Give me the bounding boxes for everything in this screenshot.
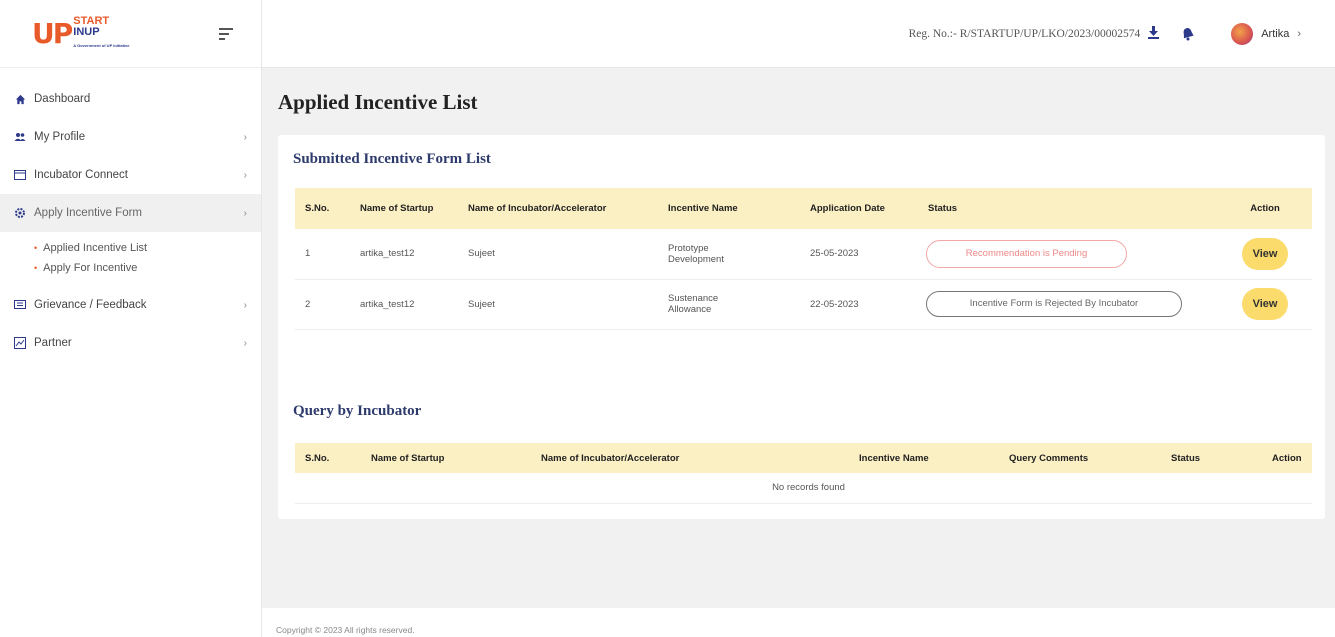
sidebar-item-my-profile[interactable]: My Profile › (0, 118, 261, 156)
cell-startup: artika_test12 (350, 279, 458, 330)
cell-action: View (1218, 229, 1312, 280)
cell-sno: 1 (295, 229, 350, 280)
card-title: Submitted Incentive Form List (293, 151, 491, 167)
sidebar-item-partner[interactable]: Partner › (0, 324, 261, 362)
message-icon (14, 299, 26, 311)
column-header: Application Date (800, 188, 918, 229)
cell-incentive: Prototype Development (658, 229, 800, 280)
column-header: Status (1129, 443, 1222, 473)
cell-incubator: Sujeet (458, 279, 658, 330)
submitted-incentive-card: Submitted Incentive Form List S.No. Name… (278, 135, 1325, 422)
column-header: Query Comments (959, 443, 1129, 473)
sidebar-subitem-applied-incentive-list[interactable]: • Applied Incentive List (0, 238, 261, 258)
submitted-incentive-table: S.No. Name of Startup Name of Incubator/… (295, 188, 1312, 330)
table-header-row: S.No. Name of Startup Name of Incubator/… (295, 443, 1312, 473)
table-row: No records found (295, 473, 1312, 504)
view-button[interactable]: View (1242, 237, 1288, 270)
sidebar-item-grievance-feedback[interactable]: Grievance / Feedback › (0, 286, 261, 324)
table-row: 1 artika_test12 Sujeet Prototype Develop… (295, 229, 1312, 280)
cell-incentive: Sustenance Allowance (658, 279, 800, 330)
column-header: Status (918, 188, 1218, 229)
avatar[interactable] (1231, 22, 1254, 45)
cell-date: 22-05-2023 (800, 279, 918, 330)
sidebar-item-label: Grievance / Feedback (34, 299, 147, 311)
column-header: Action (1222, 443, 1312, 473)
table-row: 2 artika_test12 Sujeet Sustenance Allowa… (295, 279, 1312, 330)
column-header: Name of Incubator/Accelerator (527, 443, 789, 473)
partner-icon (14, 337, 26, 349)
top-bar: Reg. No.:- R/STARTUP/UP/LKO/2023/0000257… (262, 0, 1335, 68)
logo-tagline: A Government of UP Initiative (73, 43, 130, 48)
column-header: Incentive Name (789, 443, 959, 473)
cell-date: 25-05-2023 (800, 229, 918, 280)
window-icon (14, 169, 26, 181)
sidebar-subitem-label: Applied Incentive List (43, 242, 148, 254)
column-header: Name of Startup (357, 443, 527, 473)
sidebar-item-label: My Profile (34, 131, 86, 143)
sidebar-subitem-apply-for-incentive[interactable]: • Apply For Incentive (0, 258, 261, 278)
sidebar-item-label: Dashboard (34, 93, 91, 105)
sidebar-item-label: Partner (34, 337, 72, 349)
cell-action: View (1218, 279, 1312, 330)
sidebar-subitem-label: Apply For Incentive (43, 262, 138, 274)
chevron-right-icon: › (243, 169, 247, 181)
sidebar-item-incubator-connect[interactable]: Incubator Connect › (0, 156, 261, 194)
sidebar-nav: Dashboard My Profile › Incubator Connect… (0, 68, 261, 362)
sidebar-item-dashboard[interactable]: Dashboard (0, 80, 261, 118)
cell-status: Recommendation is Pending (918, 229, 1218, 280)
footer: Copyright © 2023 All rights reserved. (262, 608, 1335, 637)
bullet-icon: • (34, 243, 38, 253)
sidebar-item-label: Incubator Connect (34, 169, 128, 181)
column-header: Name of Startup (350, 188, 458, 229)
column-header: S.No. (295, 443, 357, 473)
sidebar-item-label: Apply Incentive Form (34, 207, 143, 219)
sidebar: UP START INUP A Government of UP Initiat… (0, 0, 262, 637)
chevron-right-icon[interactable]: › (1297, 28, 1301, 40)
column-header: Name of Incubator/Accelerator (458, 188, 658, 229)
chevron-right-icon: › (243, 299, 247, 311)
page-title: Applied Incentive List (278, 90, 478, 114)
home-icon (14, 93, 26, 105)
download-icon[interactable] (1148, 25, 1160, 42)
incentive-submenu: • Applied Incentive List • Apply For Inc… (0, 232, 261, 286)
bullet-icon: • (34, 263, 38, 273)
card-title: Query by Incubator (293, 403, 422, 419)
empty-state-text: No records found (295, 473, 1312, 504)
logo-bar: UP START INUP A Government of UP Initiat… (0, 0, 261, 68)
status-badge: Incentive Form is Rejected By Incubator (926, 291, 1182, 317)
column-header: Action (1218, 188, 1312, 229)
registration-number: Reg. No.:- R/STARTUP/UP/LKO/2023/0000257… (908, 27, 1141, 40)
column-header: S.No. (295, 188, 350, 229)
chevron-right-icon: › (243, 337, 247, 349)
cell-sno: 2 (295, 279, 350, 330)
logo-mark: UP (32, 17, 73, 50)
query-table: S.No. Name of Startup Name of Incubator/… (295, 443, 1312, 504)
view-button[interactable]: View (1242, 288, 1288, 320)
chevron-right-icon: › (243, 207, 247, 219)
logo-line2: INUP (73, 26, 100, 38)
cell-status: Incentive Form is Rejected By Incubator (918, 279, 1218, 330)
query-by-incubator-card: Query by Incubator S.No. Name of Startup… (278, 387, 1325, 519)
startinup-logo[interactable]: UP START INUP A Government of UP Initiat… (32, 16, 130, 51)
menu-toggle-icon[interactable] (219, 27, 233, 40)
sidebar-item-apply-incentive-form[interactable]: Apply Incentive Form › (0, 194, 261, 232)
status-badge: Recommendation is Pending (926, 239, 1127, 268)
logo-wordmark: START INUP A Government of UP Initiative (73, 16, 129, 51)
users-icon (14, 131, 26, 143)
table-header-row: S.No. Name of Startup Name of Incubator/… (295, 188, 1312, 229)
cell-incubator: Sujeet (458, 229, 658, 280)
main-content: Applied Incentive List Submitted Incenti… (262, 68, 1335, 608)
cell-startup: artika_test12 (350, 229, 458, 280)
chevron-right-icon: › (243, 131, 247, 143)
settings-icon (14, 207, 26, 219)
bell-icon[interactable] (1181, 27, 1195, 41)
user-name[interactable]: Artika (1261, 28, 1289, 40)
column-header: Incentive Name (658, 188, 800, 229)
copyright-text: Copyright © 2023 All rights reserved. (276, 625, 415, 635)
